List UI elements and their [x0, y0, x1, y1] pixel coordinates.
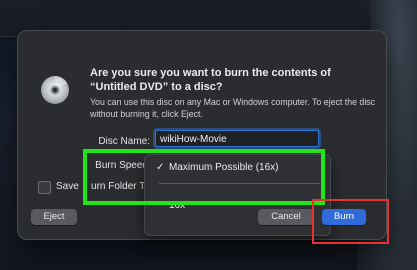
dialog-title: Are you sure you want to burn the conten…: [90, 67, 331, 93]
red-annotation-box: [312, 199, 389, 244]
save-burn-folder-checkbox[interactable]: [38, 181, 51, 194]
disc-name-input[interactable]: wikiHow-Movie: [155, 130, 319, 147]
eject-button[interactable]: Eject: [31, 209, 77, 225]
dvd-disc-icon: [40, 75, 70, 105]
dialog-message: You can use this disc on any Mac or Wind…: [90, 97, 376, 119]
save-label-start: Save: [56, 181, 79, 192]
disc-name-label: Disc Name:: [98, 136, 150, 147]
cancel-button[interactable]: Cancel: [258, 209, 314, 225]
green-annotation-box: [83, 149, 325, 205]
